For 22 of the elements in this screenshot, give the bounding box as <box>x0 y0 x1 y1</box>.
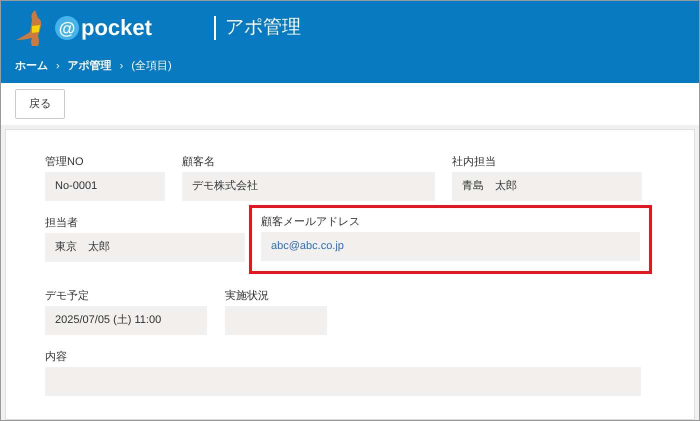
field-label: 実施状況 <box>225 288 270 304</box>
field-label: 担当者 <box>45 216 79 231</box>
field-label: 管理NO <box>45 155 84 170</box>
field-label: デモ予定 <box>45 288 90 304</box>
field-label: 顧客メールアドレス <box>261 214 361 230</box>
field-value: 青島 太郎 <box>462 178 517 194</box>
page-title: アポ管理 <box>224 16 301 40</box>
breadcrumb-separator: › <box>56 59 60 74</box>
breadcrumb-link[interactable]: ホーム <box>15 58 48 74</box>
field-value: 2025/07/05 (土) 11:00 <box>55 313 162 328</box>
breadcrumb-separator: › <box>120 59 124 74</box>
field-label: 顧客名 <box>182 154 216 170</box>
logo: @ pocket <box>55 16 152 40</box>
back-button[interactable]: 戻る <box>15 89 65 119</box>
breadcrumb-link[interactable]: アポ管理 <box>68 58 112 74</box>
email-link[interactable]: abc@abc.co.jp <box>271 238 344 255</box>
field-value: 東京 太郎 <box>55 240 110 256</box>
field-label: 内容 <box>45 350 68 365</box>
field-label: 社内担当 <box>452 155 497 170</box>
breadcrumb-current: (全項目) <box>131 59 172 74</box>
field-value: No-0001 <box>55 179 98 194</box>
field-value: デモ株式会社 <box>192 179 258 194</box>
